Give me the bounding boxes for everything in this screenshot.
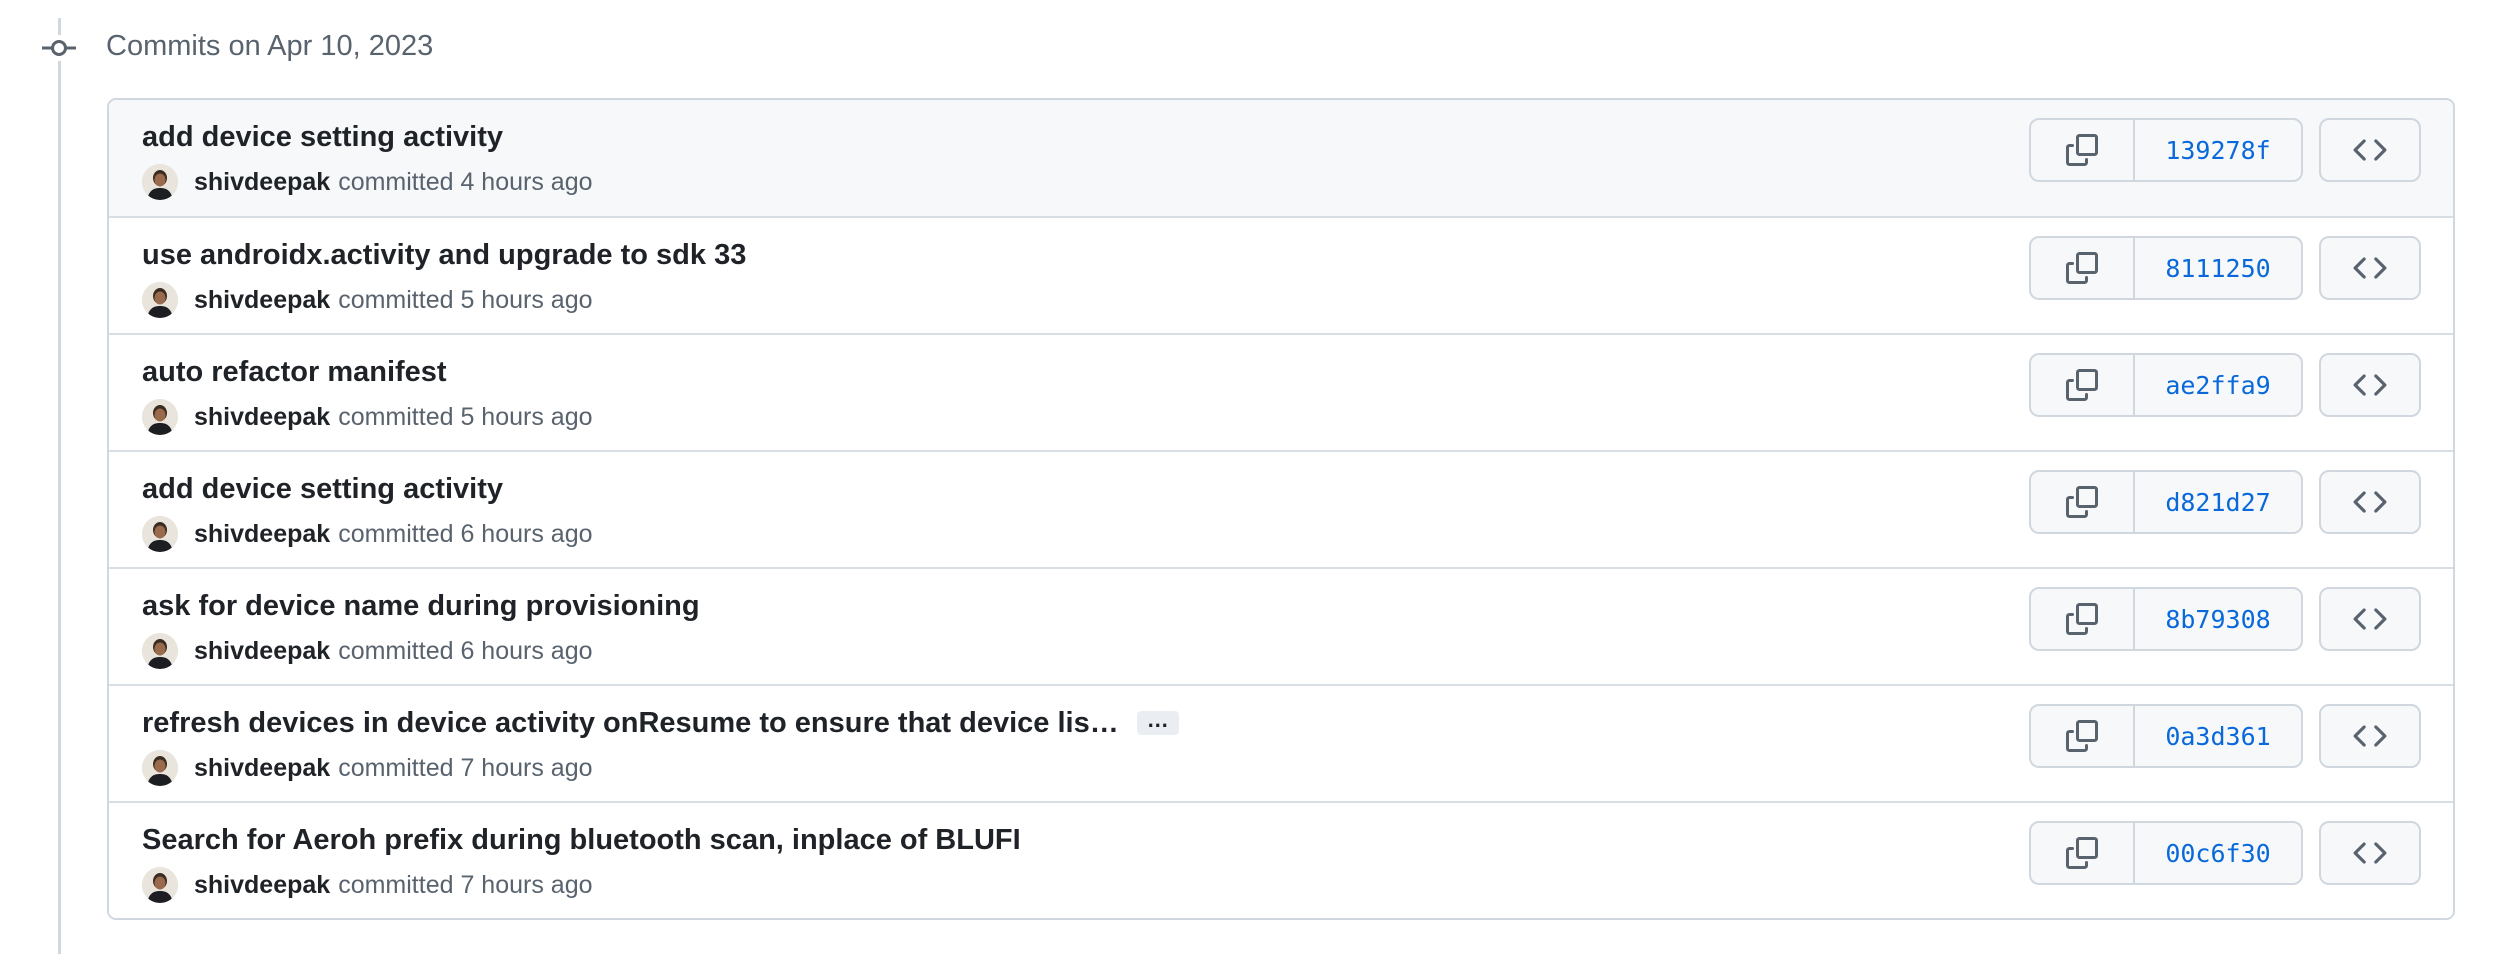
author-avatar[interactable]: [142, 516, 178, 552]
commit-action-text: committed: [338, 168, 454, 196]
copy-icon: [2066, 720, 2098, 752]
commit-time: 6 hours ago: [460, 637, 593, 665]
commit-action-text: committed: [338, 754, 454, 782]
timeline-line: [58, 18, 61, 954]
author-link[interactable]: shivdeepak: [194, 516, 330, 552]
commit-title-link[interactable]: auto refactor manifest: [142, 352, 447, 392]
code-icon: [2353, 374, 2387, 396]
commit-title-link[interactable]: add device setting activity: [142, 117, 503, 157]
commit-title-link[interactable]: ask for device name during provisioning: [142, 586, 700, 626]
author-link[interactable]: shivdeepak: [194, 164, 330, 200]
author-link[interactable]: shivdeepak: [194, 750, 330, 786]
browse-repo-button[interactable]: [2319, 470, 2421, 534]
commit-title-link[interactable]: refresh devices in device activity onRes…: [142, 703, 1119, 743]
copy-sha-button[interactable]: [2031, 589, 2135, 649]
commit-group-heading: Commits on Apr 10, 2023: [106, 30, 434, 62]
commit-row: use androidx.activity and upgrade to sdk…: [109, 216, 2453, 333]
commit-time: 6 hours ago: [460, 520, 593, 548]
commit-row: Search for Aeroh prefix during bluetooth…: [109, 801, 2453, 918]
commit-sha-link[interactable]: 0a3d361: [2135, 706, 2301, 766]
commit-action-text: committed: [338, 286, 454, 314]
author-avatar[interactable]: [142, 750, 178, 786]
code-icon: [2353, 491, 2387, 513]
commit-sha-link[interactable]: 8111250: [2135, 238, 2301, 298]
code-icon: [2353, 725, 2387, 747]
copy-icon: [2066, 486, 2098, 518]
author-avatar[interactable]: [142, 399, 178, 435]
commit-sha-link[interactable]: d821d27: [2135, 472, 2301, 532]
commit-title-link[interactable]: use androidx.activity and upgrade to sdk…: [142, 235, 746, 275]
author-link[interactable]: shivdeepak: [194, 282, 330, 318]
commit-row: auto refactor manifest shivdeepak commit…: [109, 333, 2453, 450]
commit-time: 5 hours ago: [460, 286, 593, 314]
commit-time: 7 hours ago: [460, 754, 593, 782]
author-avatar[interactable]: [142, 633, 178, 669]
code-icon: [2353, 842, 2387, 864]
browse-repo-button[interactable]: [2319, 118, 2421, 182]
commit-time: 5 hours ago: [460, 403, 593, 431]
commit-action-text: committed: [338, 871, 454, 899]
commit-sha-link[interactable]: 00c6f30: [2135, 823, 2301, 883]
commit-list: add device setting activity shivdeepak c…: [107, 98, 2455, 920]
code-icon: [2353, 139, 2387, 161]
copy-sha-button[interactable]: [2031, 472, 2135, 532]
commit-time: 7 hours ago: [460, 871, 593, 899]
commit-title-link[interactable]: add device setting activity: [142, 469, 503, 509]
copy-sha-button[interactable]: [2031, 706, 2135, 766]
expand-message-button[interactable]: …: [1136, 709, 1179, 735]
git-commit-icon: [42, 35, 76, 61]
commit-action-text: committed: [338, 403, 454, 431]
browse-repo-button[interactable]: [2319, 704, 2421, 768]
copy-sha-button[interactable]: [2031, 355, 2135, 415]
commit-row: refresh devices in device activity onRes…: [109, 684, 2453, 801]
browse-repo-button[interactable]: [2319, 353, 2421, 417]
commit-action-text: committed: [338, 637, 454, 665]
commit-time: 4 hours ago: [460, 168, 593, 196]
commit-sha-link[interactable]: ae2ffa9: [2135, 355, 2301, 415]
copy-sha-button[interactable]: [2031, 823, 2135, 883]
author-avatar[interactable]: [142, 867, 178, 903]
commit-action-text: committed: [338, 520, 454, 548]
copy-sha-button[interactable]: [2031, 238, 2135, 298]
browse-repo-button[interactable]: [2319, 821, 2421, 885]
code-icon: [2353, 257, 2387, 279]
code-icon: [2353, 608, 2387, 630]
commit-sha-link[interactable]: 8b79308: [2135, 589, 2301, 649]
author-link[interactable]: shivdeepak: [194, 399, 330, 435]
author-link[interactable]: shivdeepak: [194, 633, 330, 669]
commit-row: add device setting activity shivdeepak c…: [109, 450, 2453, 567]
author-link[interactable]: shivdeepak: [194, 867, 330, 903]
commit-title-link[interactable]: Search for Aeroh prefix during bluetooth…: [142, 820, 1021, 860]
browse-repo-button[interactable]: [2319, 236, 2421, 300]
commit-row: ask for device name during provisioning …: [109, 567, 2453, 684]
author-avatar[interactable]: [142, 164, 178, 200]
commit-row: add device setting activity shivdeepak c…: [109, 100, 2453, 216]
copy-icon: [2066, 369, 2098, 401]
copy-icon: [2066, 252, 2098, 284]
copy-icon: [2066, 134, 2098, 166]
copy-sha-button[interactable]: [2031, 120, 2135, 180]
author-avatar[interactable]: [142, 282, 178, 318]
browse-repo-button[interactable]: [2319, 587, 2421, 651]
copy-icon: [2066, 603, 2098, 635]
copy-icon: [2066, 837, 2098, 869]
commit-sha-link[interactable]: 139278f: [2135, 120, 2301, 180]
